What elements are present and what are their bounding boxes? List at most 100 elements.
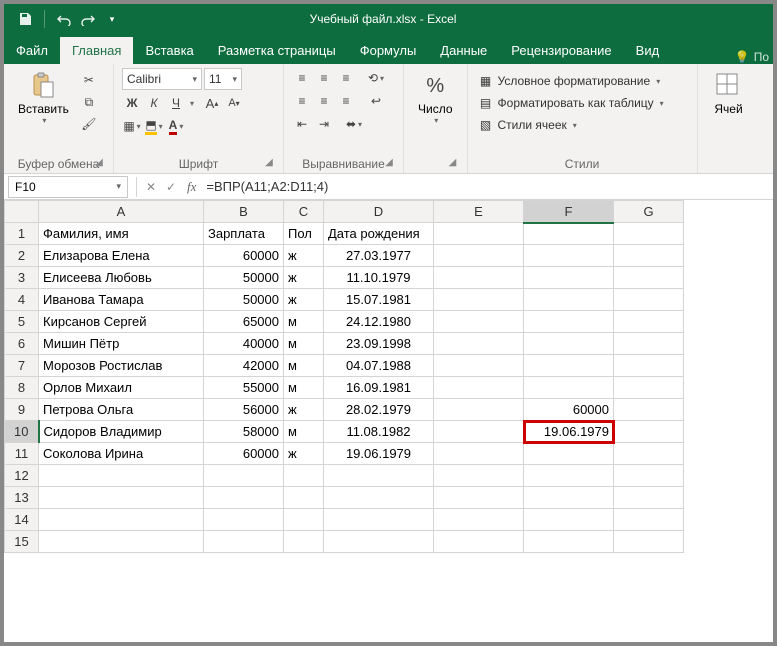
cell-B15[interactable] [204, 531, 284, 553]
font-size-combo[interactable]: 11▾ [204, 68, 242, 90]
cell-E14[interactable] [434, 509, 524, 531]
align-right-icon[interactable]: ≡ [336, 91, 356, 111]
cell-A9[interactable]: Петрова Ольга [39, 399, 204, 421]
cell-E7[interactable] [434, 355, 524, 377]
worksheet-grid[interactable]: ABCDEFG1Фамилия, имяЗарплатаПолДата рожд… [4, 200, 773, 642]
cell-G14[interactable] [614, 509, 684, 531]
row-header-8[interactable]: 8 [5, 377, 39, 399]
cell-G15[interactable] [614, 531, 684, 553]
cell-D3[interactable]: 11.10.1979 [324, 267, 434, 289]
cell-F13[interactable] [524, 487, 614, 509]
cell-A15[interactable] [39, 531, 204, 553]
cell-C11[interactable]: ж [284, 443, 324, 465]
tab-data[interactable]: Данные [428, 37, 499, 64]
cell-B7[interactable]: 42000 [204, 355, 284, 377]
column-header-F[interactable]: F [524, 201, 614, 223]
tab-view[interactable]: Вид [624, 37, 672, 64]
cell-E11[interactable] [434, 443, 524, 465]
cell-A2[interactable]: Елизарова Елена [39, 245, 204, 267]
cell-D10[interactable]: 11.08.1982 [324, 421, 434, 443]
copy-icon[interactable]: ⧉ [79, 92, 99, 112]
fx-icon[interactable]: fx [187, 179, 196, 195]
cell-F15[interactable] [524, 531, 614, 553]
cell-D4[interactable]: 15.07.1981 [324, 289, 434, 311]
cell-F14[interactable] [524, 509, 614, 531]
cell-C2[interactable]: ж [284, 245, 324, 267]
formula-input[interactable]: =ВПР(A11;A2:D11;4) [202, 179, 773, 194]
column-header-A[interactable]: A [39, 201, 204, 223]
column-header-C[interactable]: C [284, 201, 324, 223]
cell-F2[interactable] [524, 245, 614, 267]
row-header-14[interactable]: 14 [5, 509, 39, 531]
cut-icon[interactable]: ✂ [79, 70, 99, 90]
cell-B4[interactable]: 50000 [204, 289, 284, 311]
cell-B1[interactable]: Зарплата [204, 223, 284, 245]
cell-F3[interactable] [524, 267, 614, 289]
cell-E2[interactable] [434, 245, 524, 267]
cell-G6[interactable] [614, 333, 684, 355]
clipboard-dialog-icon[interactable]: ◢ [93, 157, 105, 169]
cell-E8[interactable] [434, 377, 524, 399]
conditional-formatting-button[interactable]: ▦ Условное форматирование▾ [476, 72, 663, 90]
cell-F9[interactable]: 60000 [524, 399, 614, 421]
cell-G3[interactable] [614, 267, 684, 289]
column-header-E[interactable]: E [434, 201, 524, 223]
cell-E10[interactable] [434, 421, 524, 443]
paste-button[interactable]: Вставить ▾ [12, 68, 75, 127]
cell-G13[interactable] [614, 487, 684, 509]
row-header-5[interactable]: 5 [5, 311, 39, 333]
cell-F1[interactable] [524, 223, 614, 245]
cell-C4[interactable]: ж [284, 289, 324, 311]
row-header-11[interactable]: 11 [5, 443, 39, 465]
cell-E3[interactable] [434, 267, 524, 289]
align-left-icon[interactable]: ≡ [292, 91, 312, 111]
cell-C8[interactable]: м [284, 377, 324, 399]
help-hint[interactable]: 💡По [735, 50, 773, 64]
increase-indent-icon[interactable]: ⇥ [314, 114, 334, 134]
cell-F10[interactable]: 19.06.1979 [524, 421, 614, 443]
cell-E12[interactable] [434, 465, 524, 487]
cell-A11[interactable]: Соколова Ирина [39, 443, 204, 465]
row-header-4[interactable]: 4 [5, 289, 39, 311]
cell-B8[interactable]: 55000 [204, 377, 284, 399]
number-dialog-icon[interactable]: ◢ [447, 157, 459, 169]
row-header-9[interactable]: 9 [5, 399, 39, 421]
cell-G4[interactable] [614, 289, 684, 311]
cell-A14[interactable] [39, 509, 204, 531]
cell-C15[interactable] [284, 531, 324, 553]
column-header-G[interactable]: G [614, 201, 684, 223]
cell-G1[interactable] [614, 223, 684, 245]
cell-G7[interactable] [614, 355, 684, 377]
row-header-6[interactable]: 6 [5, 333, 39, 355]
align-bottom-icon[interactable]: ≡ [336, 68, 356, 88]
font-color-icon[interactable]: A▾ [166, 116, 186, 136]
cell-B3[interactable]: 50000 [204, 267, 284, 289]
cell-E9[interactable] [434, 399, 524, 421]
cell-C9[interactable]: ж [284, 399, 324, 421]
grow-font-icon[interactable]: A▴ [202, 93, 222, 113]
cell-D8[interactable]: 16.09.1981 [324, 377, 434, 399]
cell-B11[interactable]: 60000 [204, 443, 284, 465]
font-name-combo[interactable]: Calibri▾ [122, 68, 202, 90]
cell-B2[interactable]: 60000 [204, 245, 284, 267]
cell-D15[interactable] [324, 531, 434, 553]
cell-E15[interactable] [434, 531, 524, 553]
cell-D14[interactable] [324, 509, 434, 531]
italic-button[interactable]: К [144, 93, 164, 113]
tab-insert[interactable]: Вставка [133, 37, 205, 64]
row-header-1[interactable]: 1 [5, 223, 39, 245]
cell-C5[interactable]: м [284, 311, 324, 333]
cell-B12[interactable] [204, 465, 284, 487]
column-header-B[interactable]: B [204, 201, 284, 223]
cell-A6[interactable]: Мишин Пётр [39, 333, 204, 355]
cell-E4[interactable] [434, 289, 524, 311]
row-header-15[interactable]: 15 [5, 531, 39, 553]
cell-A12[interactable] [39, 465, 204, 487]
bold-button[interactable]: Ж [122, 93, 142, 113]
cell-C1[interactable]: Пол [284, 223, 324, 245]
decrease-indent-icon[interactable]: ⇤ [292, 114, 312, 134]
cell-C3[interactable]: ж [284, 267, 324, 289]
select-all-corner[interactable] [5, 201, 39, 223]
cell-A13[interactable] [39, 487, 204, 509]
cell-B6[interactable]: 40000 [204, 333, 284, 355]
